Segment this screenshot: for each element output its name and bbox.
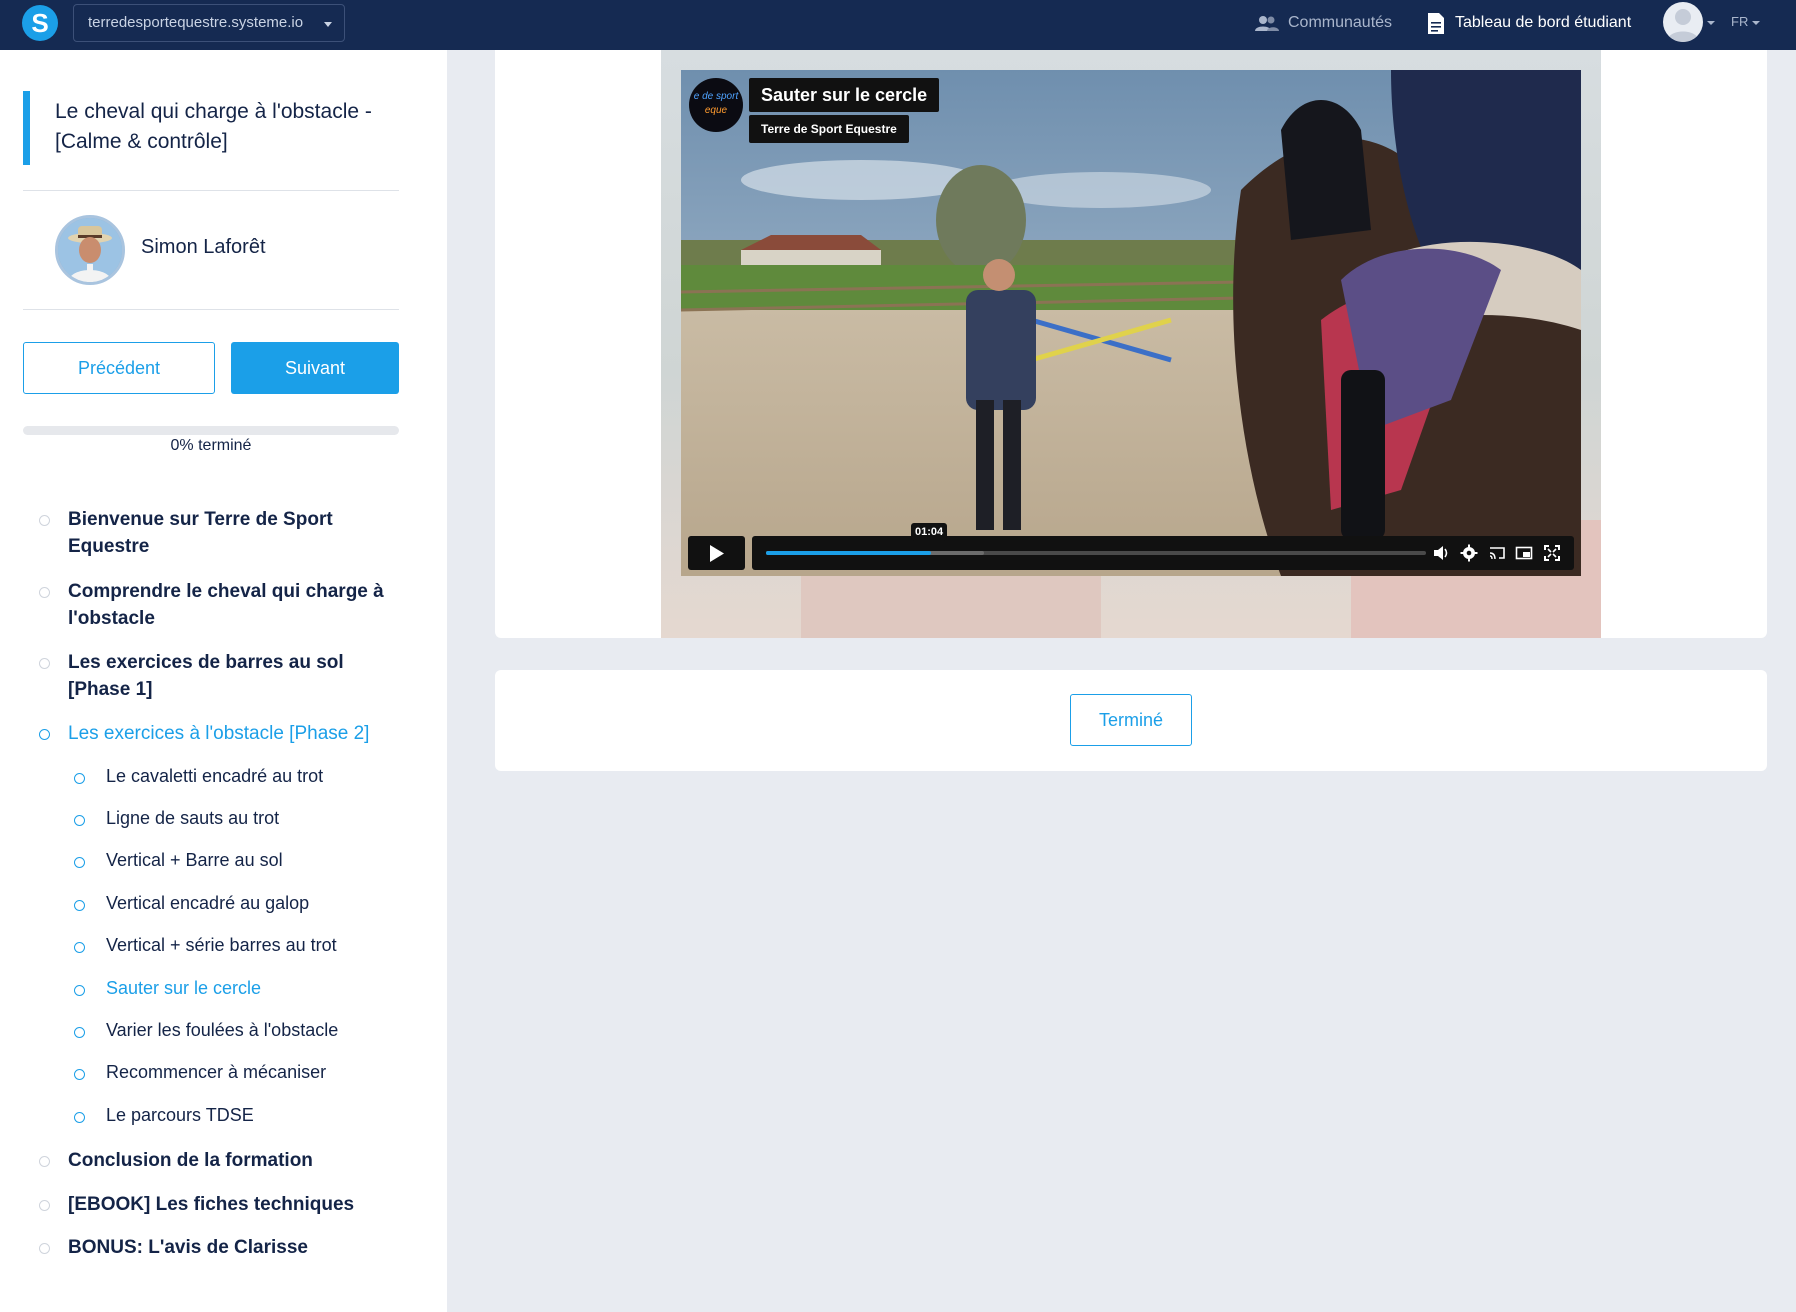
lesson-title: Ligne de sauts au trot [106,808,280,828]
mark-complete-button[interactable]: Terminé [1070,694,1192,746]
module-title: BONUS: L'avis de Clarisse [68,1237,308,1258]
lesson-item-current[interactable]: Sauter sur le cercle [74,978,262,999]
divider [23,309,399,310]
status-circle-icon [74,1069,85,1080]
document-icon [1428,13,1444,34]
seek-bar[interactable] [766,551,1426,555]
status-circle-icon [39,587,50,598]
status-circle-icon [74,1027,85,1038]
next-button[interactable]: Suivant [231,342,399,394]
module-title: Les exercices de barres au sol [Phase 1] [68,652,344,700]
top-navbar: S terredesportequestre.systeme.io Commun… [0,0,1796,50]
module-title: Les exercices à l'obstacle [Phase 2] [68,723,370,744]
chevron-down-icon [324,22,332,27]
user-avatar-menu[interactable] [1663,2,1703,42]
seek-played [766,551,931,555]
module-obstacle-exercises[interactable]: Les exercices à l'obstacle [Phase 2] [39,720,428,747]
settings-gear-icon[interactable] [1460,544,1478,562]
lesson-item[interactable]: Le cavaletti encadré au trot [74,766,324,787]
divider [23,190,399,191]
fullscreen-icon[interactable] [1543,544,1561,562]
module-title: [EBOOK] Les fiches techniques [68,1194,355,1215]
chevron-down-icon [1752,21,1760,25]
title-accent-bar [23,91,30,165]
lesson-title: Sauter sur le cercle [106,978,262,998]
lesson-item[interactable]: Recommencer à mécaniser [74,1062,327,1083]
module-bonus[interactable]: BONUS: L'avis de Clarisse [39,1234,408,1261]
student-dashboard-link[interactable]: Tableau de bord étudiant [1427,0,1631,50]
status-circle-icon [39,1156,50,1167]
author-name: Simon Laforêt [141,236,266,258]
channel-logo[interactable]: e de sport eque [689,78,743,132]
author-avatar [55,215,125,285]
lesson-item[interactable]: Vertical + série barres au trot [74,935,337,956]
lesson-title: Vertical + série barres au trot [106,935,337,955]
module-title: Comprendre le cheval qui charge à l'obst… [68,581,384,629]
status-circle-icon [39,515,50,526]
user-avatar-icon [1667,9,1699,42]
video-controls: 01:04 [688,523,1574,570]
play-icon [710,545,724,562]
time-tooltip: 01:04 [911,523,948,541]
module-understanding[interactable]: Comprendre le cheval qui charge à l'obst… [39,578,408,632]
status-circle-icon [74,815,85,826]
progress-label: 0% terminé [170,437,252,454]
lesson-item[interactable]: Vertical + Barre au sol [74,850,283,871]
language-label: FR [1731,14,1749,29]
channel-name[interactable]: Terre de Sport Equestre [749,115,909,143]
video-player[interactable]: e de sport eque Sauter sur le cercle Ter… [681,70,1581,576]
video-card: e de sport eque Sauter sur le cercle Ter… [495,50,1767,638]
lesson-item[interactable]: Le parcours TDSE [74,1105,254,1126]
lesson-title: Recommencer à mécaniser [106,1062,327,1082]
course-title: Le cheval qui charge à l'obstacle - [Cal… [55,100,372,153]
status-circle-icon [39,658,50,669]
student-dashboard-label: Tableau de bord étudiant [1455,14,1632,31]
channel-logo-text2: eque [704,105,728,116]
module-title: Conclusion de la formation [68,1150,313,1171]
volume-icon[interactable] [1432,544,1450,562]
module-ebook[interactable]: [EBOOK] Les fiches techniques [39,1191,408,1218]
picture-in-picture-icon[interactable] [1515,544,1533,562]
communities-link[interactable]: Communautés [1255,0,1392,50]
play-button[interactable] [688,536,745,570]
status-circle-icon [74,985,85,996]
status-circle-icon [39,1243,50,1254]
status-circle-icon [39,1200,50,1211]
chevron-down-icon [1707,21,1715,25]
course-progress-bar [23,426,399,435]
cast-icon[interactable] [1488,544,1506,562]
complete-card: Terminé [495,670,1767,771]
lesson-title: Le parcours TDSE [106,1105,254,1125]
systeme-logo[interactable]: S [22,5,58,41]
channel-logo-text: e de sport [693,91,739,102]
site-selector-dropdown[interactable]: terredesportequestre.systeme.io [73,4,345,42]
status-circle-icon [74,857,85,868]
status-circle-icon [74,900,85,911]
video-thumbnail [681,70,1581,576]
status-circle-icon [74,773,85,784]
users-icon [1255,16,1279,31]
language-selector[interactable]: FR [1731,0,1748,44]
video-title[interactable]: Sauter sur le cercle [749,78,940,112]
module-ground-poles[interactable]: Les exercices de barres au sol [Phase 1] [39,649,368,703]
module-conclusion[interactable]: Conclusion de la formation [39,1147,408,1174]
module-welcome[interactable]: Bienvenue sur Terre de Sport Equestre [39,506,408,560]
status-circle-icon [74,1112,85,1123]
lesson-title: Varier les foulées à l'obstacle [106,1020,339,1040]
status-circle-icon [74,942,85,953]
lesson-title: Vertical + Barre au sol [106,850,283,870]
lesson-item[interactable]: Varier les foulées à l'obstacle [74,1020,339,1041]
course-sidebar: Le cheval qui charge à l'obstacle - [Cal… [0,50,447,1312]
site-domain-label: terredesportequestre.systeme.io [88,14,304,31]
lesson-item[interactable]: Ligne de sauts au trot [74,808,280,829]
status-circle-icon [39,729,50,740]
control-bar: 01:04 [752,523,1574,570]
lesson-title: Vertical encadré au galop [106,893,310,913]
lesson-item[interactable]: Vertical encadré au galop [74,893,310,914]
lesson-title: Le cavaletti encadré au trot [106,766,324,786]
previous-button[interactable]: Précédent [23,342,215,394]
module-title: Bienvenue sur Terre de Sport Equestre [68,509,333,557]
